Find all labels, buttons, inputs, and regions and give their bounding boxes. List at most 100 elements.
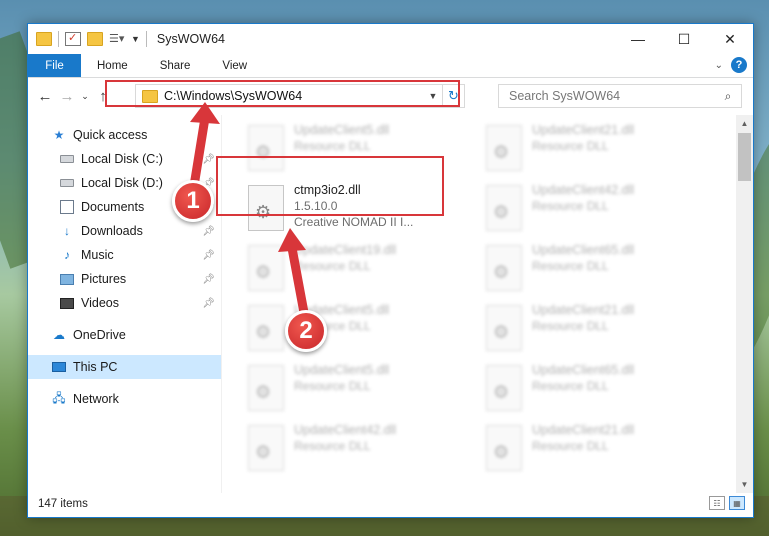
search-placeholder[interactable]: Search SysWOW64 — [509, 89, 715, 103]
file-name: UpdateClient42.dll — [532, 183, 635, 197]
file-name: UpdateClient21.dll — [532, 423, 635, 437]
scroll-up-icon[interactable]: ▲ — [736, 115, 753, 132]
tab-share[interactable]: Share — [144, 54, 207, 77]
window-title: SysWOW64 — [156, 32, 225, 46]
sidebar-item-label: Local Disk (C:) — [81, 152, 163, 166]
file-highlight-box — [216, 156, 444, 216]
divider — [145, 31, 147, 47]
dll-file-icon: ⚙ — [248, 425, 284, 471]
list-item[interactable]: ⚙ UpdateClient21.dll Resource DLL — [486, 302, 716, 358]
list-item[interactable]: ⚙ UpdateClient19.dll Resource DLL — [248, 242, 478, 298]
dll-file-icon: ⚙ — [248, 245, 284, 291]
tab-file[interactable]: File — [28, 54, 81, 77]
disk-icon — [60, 155, 74, 163]
file-type: Resource DLL — [294, 379, 371, 393]
item-count: 147 items — [38, 498, 88, 510]
pin-icon[interactable]: 📌︎ — [202, 274, 215, 285]
list-item[interactable]: ⚙ UpdateClient42.dll Resource DLL — [486, 182, 716, 238]
maximize-button[interactable]: ☐ — [661, 24, 707, 54]
sidebar-item-label: Music — [81, 248, 114, 262]
dll-file-icon: ⚙ — [486, 425, 522, 471]
file-name: UpdateClient21.dll — [532, 303, 635, 317]
sidebar-item-quick-access[interactable]: ★ Quick access — [28, 123, 221, 147]
sidebar-item-music[interactable]: ♪ Music 📌︎ — [28, 243, 221, 267]
new-folder-icon[interactable] — [87, 32, 103, 46]
vertical-scrollbar[interactable]: ▲ ▼ — [736, 115, 753, 493]
documents-icon — [60, 200, 74, 214]
file-description: Creative NOMAD II I... — [294, 215, 414, 229]
sidebar-item-label: Downloads — [81, 224, 143, 238]
step-2-badge: 2 — [285, 310, 327, 352]
file-name: UpdateClient5.dll — [294, 123, 390, 137]
dll-file-icon: ⚙ — [486, 365, 522, 411]
search-icon[interactable]: ⌕ — [715, 89, 741, 104]
tiles-view-icon[interactable]: ▦ — [729, 496, 745, 510]
minimize-button[interactable]: — — [615, 24, 661, 54]
sidebar-item-label: Quick access — [73, 128, 148, 142]
file-type: Resource DLL — [294, 139, 371, 153]
scroll-thumb[interactable] — [738, 133, 751, 181]
file-type: Resource DLL — [532, 139, 609, 153]
pin-icon[interactable]: 📌︎ — [202, 250, 215, 261]
forward-arrow-icon[interactable]: → — [56, 88, 78, 105]
pin-icon[interactable]: 📌︎ — [202, 154, 215, 165]
sidebar-item-network[interactable]: 🖧︎ Network — [28, 387, 221, 411]
ribbon-tabs: File Home Share View ⌄ ? — [28, 54, 753, 78]
divider — [58, 31, 59, 47]
recent-locations-icon[interactable]: ⌄ — [78, 91, 92, 102]
sidebar-item-downloads[interactable]: ↓ Downloads 📌︎ — [28, 219, 221, 243]
star-icon: ★ — [53, 128, 65, 142]
sidebar-item-onedrive[interactable]: ☁ OneDrive — [28, 323, 221, 347]
file-name: UpdateClient65.dll — [532, 243, 635, 257]
file-name: UpdateClient19.dll — [294, 243, 397, 257]
download-icon: ↓ — [64, 224, 70, 238]
tab-home[interactable]: Home — [81, 54, 144, 77]
back-arrow-icon[interactable]: ← — [34, 88, 56, 105]
help-icon[interactable]: ? — [731, 57, 747, 73]
dll-file-icon: ⚙ — [486, 305, 522, 351]
list-item[interactable]: ⚙ UpdateClient21.dll Resource DLL — [486, 122, 716, 178]
tab-view[interactable]: View — [206, 54, 263, 77]
list-item[interactable]: ⚙ UpdateClient5.dll Resource DLL — [248, 362, 478, 418]
expand-ribbon-icon[interactable]: ⌄ — [715, 60, 723, 71]
quick-access-toolbar: ☰▾ ▼ — [28, 31, 147, 47]
list-item[interactable]: ⚙ UpdateClient65.dll Resource DLL — [486, 362, 716, 418]
file-name: UpdateClient5.dll — [294, 363, 390, 377]
pin-icon[interactable]: 📌︎ — [202, 298, 215, 309]
search-input[interactable]: Search SysWOW64 ⌕ — [498, 84, 742, 108]
sidebar-item-this-pc[interactable]: This PC — [28, 355, 221, 379]
dll-file-icon: ⚙ — [248, 305, 284, 351]
close-button[interactable]: ✕ — [707, 24, 753, 54]
status-bar: 147 items ☷ ▦ — [28, 491, 753, 517]
dll-file-icon: ⚙ — [486, 125, 522, 171]
sidebar-item-local-disk-c[interactable]: Local Disk (C:) 📌︎ — [28, 147, 221, 171]
sidebar-item-label: Documents — [81, 200, 145, 214]
sidebar-item-pictures[interactable]: Pictures 📌︎ — [28, 267, 221, 291]
qat-dropdown-icon[interactable]: ▼ — [131, 34, 140, 44]
address-highlight-box — [105, 80, 460, 107]
videos-icon — [60, 297, 74, 309]
sidebar-item-label: OneDrive — [73, 328, 126, 342]
file-name: UpdateClient42.dll — [294, 423, 397, 437]
music-icon: ♪ — [64, 248, 70, 262]
file-type: Resource DLL — [532, 319, 609, 333]
file-type: Resource DLL — [532, 379, 609, 393]
list-item[interactable]: ⚙ UpdateClient21.dll Resource DLL — [486, 422, 716, 478]
list-item[interactable]: ⚙ UpdateClient5.dll Resource DLL — [248, 302, 478, 358]
pin-icon[interactable]: 📌︎ — [202, 226, 215, 237]
file-type: Resource DLL — [294, 439, 371, 453]
properties-icon[interactable] — [65, 31, 81, 46]
list-item[interactable]: ⚙ UpdateClient42.dll Resource DLL — [248, 422, 478, 478]
file-type: Resource DLL — [532, 199, 609, 213]
file-type: Resource DLL — [532, 259, 609, 273]
dll-file-icon: ⚙ — [486, 245, 522, 291]
sidebar-item-label: Network — [73, 392, 119, 406]
sidebar-item-label: Videos — [81, 296, 119, 310]
details-view-icon[interactable]: ☷ — [709, 496, 725, 510]
pictures-icon — [60, 273, 74, 285]
folder-icon — [36, 32, 52, 46]
customize-icon[interactable]: ☰▾ — [109, 32, 125, 46]
list-item[interactable]: ⚙ UpdateClient65.dll Resource DLL — [486, 242, 716, 298]
file-name: UpdateClient65.dll — [532, 363, 635, 377]
sidebar-item-videos[interactable]: Videos 📌︎ — [28, 291, 221, 315]
